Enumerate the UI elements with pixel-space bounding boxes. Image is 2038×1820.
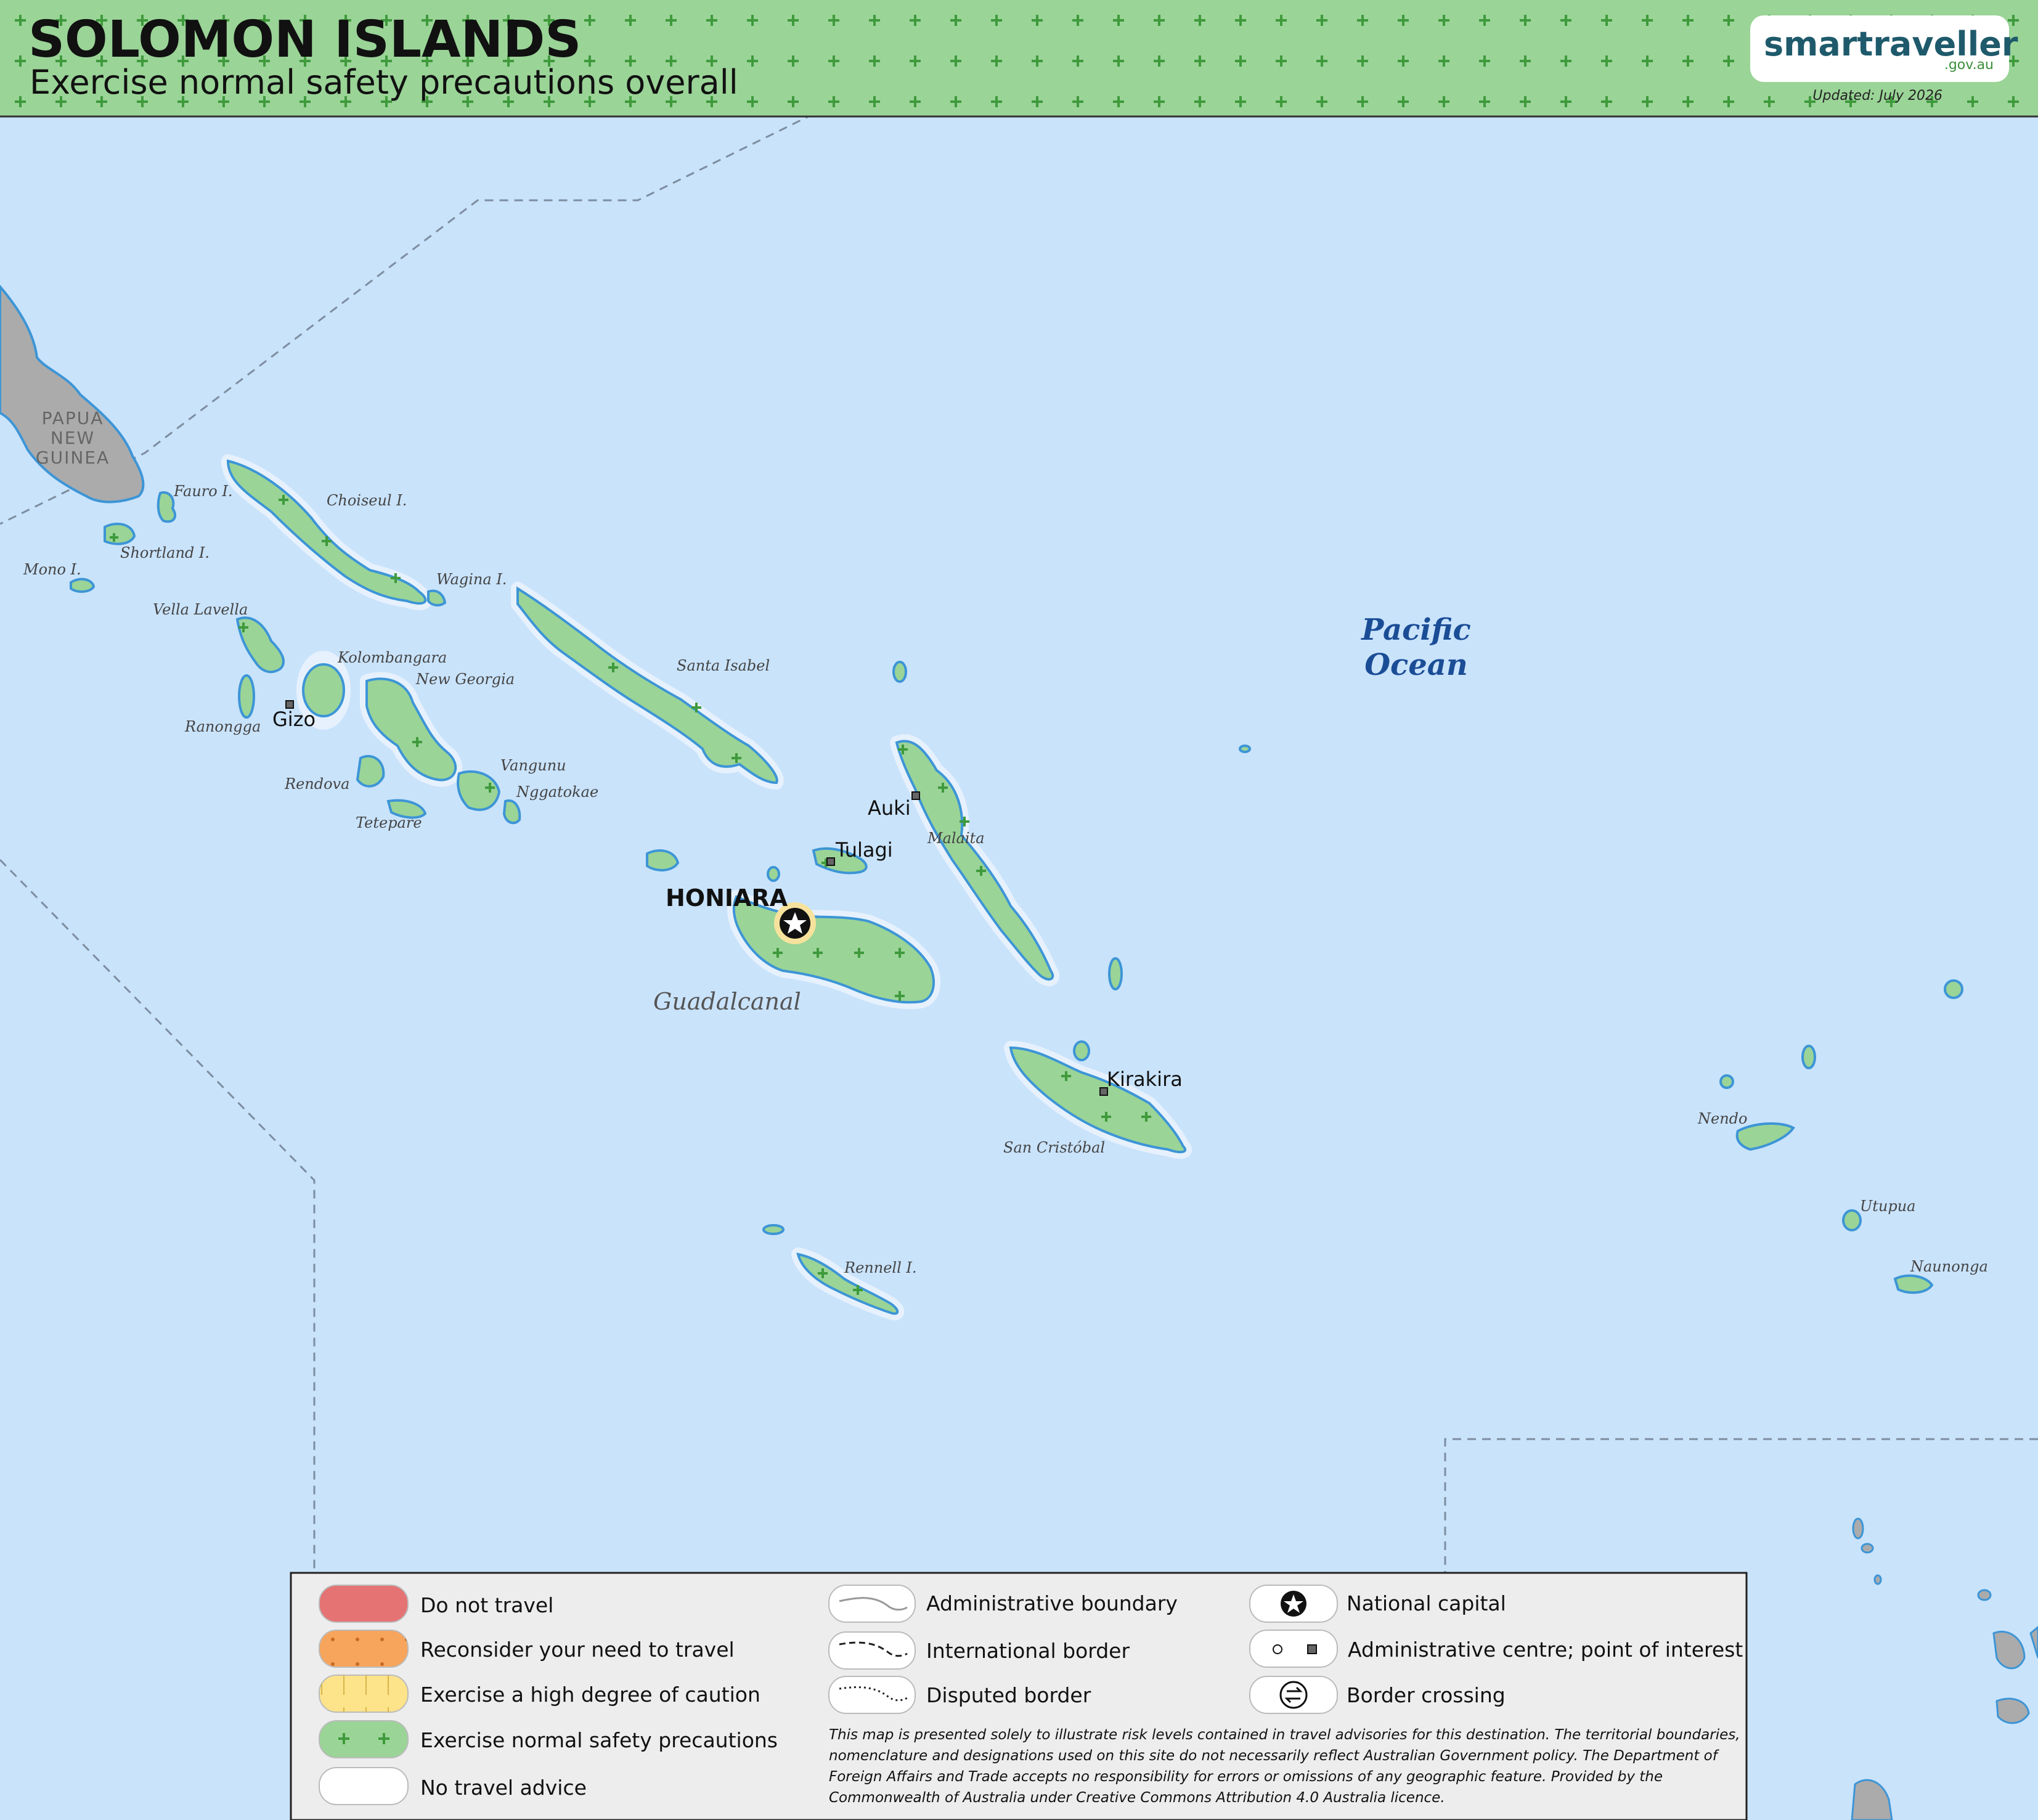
island-fauro: [157, 491, 176, 523]
label-guadalcanal: Guadalcanal: [653, 988, 801, 1015]
legend-label-reconsider: Reconsider your need to travel: [420, 1638, 735, 1662]
island-vanuatu-d: [1977, 1589, 1992, 1601]
legend-label-admin-centre: Administrative centre; point of interest: [1348, 1638, 1743, 1662]
island-vanuatu-c: [1873, 1574, 1882, 1585]
label-choiseul: Choiseul I.: [327, 492, 407, 509]
island-mono: [70, 577, 96, 593]
png-label-line-2: NEW: [51, 428, 95, 448]
ocean-label-line-2: Ocean: [1364, 648, 1468, 682]
legend-swatch-no-advice: [319, 1767, 409, 1805]
legend-label-national-capital: National capital: [1347, 1591, 1506, 1615]
island-small-reef: [1719, 1074, 1734, 1089]
label-san-cristobal: San Cristóbal: [1003, 1139, 1105, 1156]
label-mono: Mono I.: [23, 561, 81, 578]
legend-label-border-crossing: Border crossing: [1347, 1683, 1506, 1707]
island-bellona: [762, 1224, 785, 1235]
island-vanuatu-a: [1852, 1517, 1864, 1540]
legend-panel: Do not travel Reconsider your need to tr…: [290, 1572, 1748, 1820]
island-ranongga: [238, 674, 255, 719]
island-sikaiana: [1239, 745, 1251, 753]
label-wagina: Wagina I.: [436, 571, 507, 588]
map-canvas: PAPUA NEW GUINEA Fauro I. Choiseul I. Sh…: [0, 0, 2038, 1820]
label-kirakira: Kirakira: [1107, 1067, 1183, 1091]
png-label-line-3: GUINEA: [36, 447, 110, 468]
disclaimer-line-2: nomenclature and designations used on th…: [829, 1748, 1719, 1764]
island-utupua: [1842, 1209, 1862, 1231]
legend-label-admin-boundary: Administrative boundary: [926, 1591, 1178, 1615]
legend-label-high-caution: Exercise a high degree of caution: [420, 1683, 760, 1707]
label-tetepare: Tetepare: [356, 814, 422, 831]
logo-domain: .gov.au: [1944, 57, 1994, 73]
ocean-label-line-1: Pacific: [1360, 613, 1471, 647]
legend-swatch-normal-precautions: [319, 1720, 409, 1758]
island-ulawa: [1073, 1040, 1090, 1061]
island-reef-islands: [1801, 1045, 1816, 1069]
label-fauro: Fauro I.: [173, 483, 232, 500]
disclaimer-line-3: Foreign Affairs and Trade accepts no res…: [829, 1769, 1663, 1785]
label-vella-lavella: Vella Lavella: [153, 601, 248, 618]
island-nggatokae: [502, 799, 521, 825]
updated-date: Updated: July 2026: [1812, 88, 1942, 104]
legend-label-normal-precautions: Exercise normal safety precautions: [420, 1728, 778, 1752]
label-new-georgia: New Georgia: [415, 671, 515, 688]
label-nggatokae: Nggatokae: [516, 783, 598, 801]
legend-label-do-not-travel: Do not travel: [420, 1593, 553, 1617]
label-gizo: Gizo: [272, 708, 316, 731]
label-malaita: Malaita: [927, 830, 985, 847]
label-honiara: HONIARA: [666, 884, 788, 912]
island-small-north: [892, 661, 907, 683]
legend-label-no-advice: No travel advice: [420, 1776, 587, 1800]
island-small-east: [1108, 957, 1123, 990]
label-nendo: Nendo: [1697, 1110, 1747, 1127]
island-rendova: [356, 754, 385, 788]
label-shortland: Shortland I.: [120, 544, 210, 561]
label-rennell: Rennell I.: [844, 1259, 916, 1276]
tulagi-marker: [826, 857, 835, 866]
legend-swatch-do-not-travel: [319, 1585, 409, 1623]
label-santa-isabel: Santa Isabel: [677, 657, 770, 674]
header-band: SOLOMON ISLANDS Exercise normal safety p…: [0, 0, 2038, 118]
png-label-line-1: PAPUA: [42, 408, 104, 428]
point-of-interest-icon: [1307, 1644, 1317, 1654]
label-auki: Auki: [868, 796, 911, 820]
label-naunonga: Naunonga: [1910, 1258, 1988, 1275]
label-ranongga: Ranongga: [184, 718, 261, 735]
legend-label-disputed-border: Disputed border: [926, 1683, 1091, 1707]
legend-label-international-border: International border: [926, 1639, 1130, 1663]
label-utupua: Utupua: [1860, 1198, 1915, 1215]
disclaimer-line-1: This map is presented solely to illustra…: [829, 1727, 1740, 1743]
label-rendova: Rendova: [284, 775, 349, 793]
island-vanuatu-b: [1861, 1543, 1874, 1554]
label-vangunu: Vangunu: [500, 757, 566, 774]
disclaimer-line-4: Commonwealth of Australia under Creative…: [829, 1790, 1445, 1806]
island-shortland: [104, 523, 136, 545]
page-subtitle: Exercise normal safety precautions overa…: [30, 63, 738, 102]
auki-marker: [911, 791, 920, 800]
label-tulagi: Tulagi: [835, 838, 893, 862]
island-savo: [767, 866, 780, 882]
page-title: SOLOMON ISLANDS: [28, 10, 581, 69]
label-kolombangara: Kolombangara: [337, 649, 447, 666]
island-duff: [1944, 979, 1963, 999]
island-russell: [646, 849, 680, 871]
smartraveller-logo: smartraveller .gov.au: [1750, 15, 2018, 82]
admin-centre-icon: [1273, 1644, 1282, 1654]
